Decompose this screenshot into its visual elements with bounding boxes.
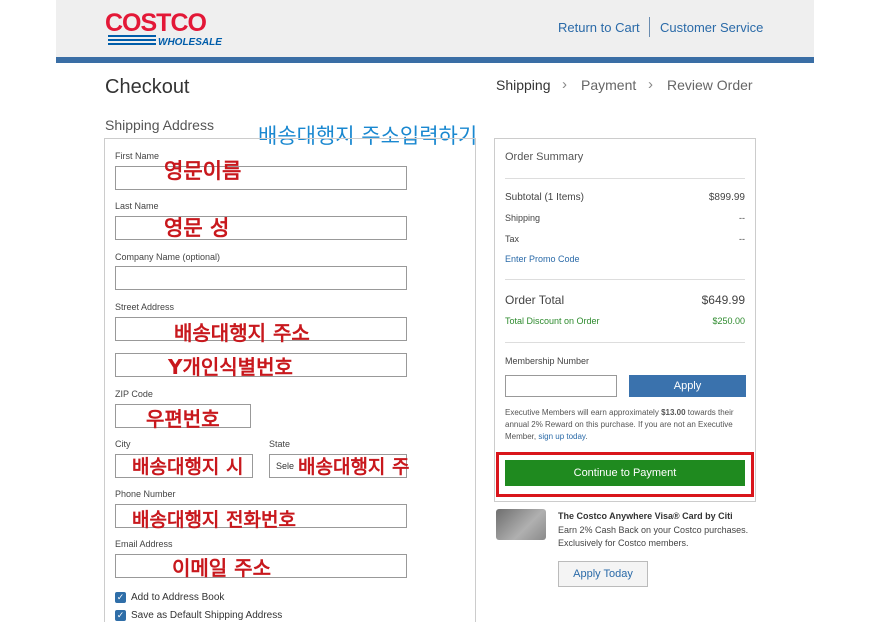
discount-value: $250.00 — [712, 316, 745, 326]
state-label: State — [269, 439, 291, 449]
annotation-zip: 우편번호 — [146, 407, 220, 431]
street-address-label: Street Address — [115, 302, 175, 312]
company-name-label: Company Name (optional) — [115, 252, 221, 262]
shipping-address-heading: Shipping Address — [105, 117, 214, 133]
continue-to-payment-button[interactable]: Continue to Payment — [505, 460, 745, 486]
right-gutter — [814, 0, 870, 622]
chevron-right-icon: › — [648, 76, 653, 93]
step-payment: Payment — [581, 77, 637, 93]
logo-stripe — [108, 39, 156, 41]
chevron-right-icon: › — [562, 76, 567, 93]
customer-service-link[interactable]: Customer Service — [660, 20, 763, 35]
order-summary-title: Order Summary — [505, 151, 584, 163]
shipping-label: Shipping — [505, 213, 541, 223]
left-gutter — [0, 0, 56, 622]
membership-number-label: Membership Number — [505, 356, 590, 366]
card-offer-text: Earn 2% Cash Back on your Costco purchas… — [558, 525, 749, 548]
annotation-street-2: Y개인식별번호 — [168, 355, 293, 379]
divider — [505, 279, 745, 280]
site-header: COSTCO WHOLESALE Return to Cart Customer… — [56, 0, 814, 57]
checkout-page: COSTCO WHOLESALE Return to Cart Customer… — [56, 0, 814, 622]
logo-stripe — [108, 35, 156, 37]
last-name-label: Last Name — [115, 201, 159, 211]
card-offer-title: The Costco Anywhere Visa® Card by Citi — [558, 511, 733, 521]
zip-code-label: ZIP Code — [115, 389, 153, 399]
return-to-cart-link[interactable]: Return to Cart — [558, 20, 640, 35]
executive-member-note: Executive Members will earn approximatel… — [505, 407, 749, 443]
tax-label: Tax — [505, 234, 520, 244]
city-label: City — [115, 439, 131, 449]
exec-note-end: . — [585, 432, 588, 441]
order-total-label: Order Total — [505, 293, 565, 307]
exec-note-text: Executive Members will earn approximatel… — [505, 408, 662, 417]
divider — [505, 342, 745, 343]
exec-reward-amount: $13.00 — [661, 408, 686, 417]
save-default-address-label: Save as Default Shipping Address — [131, 610, 283, 621]
apply-today-button[interactable]: Apply Today — [558, 561, 648, 587]
credit-card-image — [496, 509, 546, 540]
first-name-label: First Name — [115, 151, 160, 161]
apply-membership-button[interactable]: Apply — [629, 375, 746, 397]
shipping-value: -- — [739, 213, 745, 223]
annotation-city: 배송대행지 시 — [132, 456, 244, 478]
last-name-input[interactable] — [115, 216, 407, 240]
company-name-input[interactable] — [115, 266, 407, 290]
phone-number-label: Phone Number — [115, 489, 176, 499]
email-address-label: Email Address — [115, 539, 173, 549]
costco-logo[interactable]: COSTCO WHOLESALE — [104, 9, 226, 47]
discount-label: Total Discount on Order — [505, 316, 600, 326]
add-to-address-book-label: Add to Address Book — [131, 592, 225, 603]
logo-word: COSTCO — [105, 9, 207, 37]
membership-number-input[interactable] — [505, 375, 617, 397]
sign-up-today-link[interactable]: sign up today — [538, 432, 585, 441]
tax-value: -- — [739, 234, 745, 244]
order-summary-panel: Order Summary Subtotal (1 Items) $899.99… — [494, 138, 756, 502]
logo-subword: WHOLESALE — [158, 37, 222, 47]
divider — [505, 178, 745, 179]
enter-promo-code-link[interactable]: Enter Promo Code — [505, 254, 580, 264]
header-divider — [649, 17, 650, 37]
save-default-address-checkbox[interactable]: ✓ — [115, 610, 126, 621]
order-total-value: $649.99 — [701, 293, 745, 307]
header-accent-bar — [56, 57, 814, 63]
step-shipping: Shipping — [496, 77, 551, 93]
step-review-order: Review Order — [667, 77, 753, 93]
subtotal-label: Subtotal (1 Items) — [505, 192, 584, 203]
annotation-last-name: 영문 성 — [164, 216, 230, 240]
first-name-input[interactable] — [115, 166, 407, 190]
page-title: Checkout — [105, 76, 190, 98]
subtotal-value: $899.99 — [708, 192, 745, 203]
annotation-email: 이메일 주소 — [172, 556, 271, 580]
annotation-state: 배송대행지 주 — [298, 456, 410, 478]
annotation-phone: 배송대행지 전화번호 — [132, 509, 296, 531]
logo-stripe — [108, 43, 156, 45]
shipping-address-form: First Name Last Name Company Name (optio… — [104, 138, 476, 622]
annotation-street: 배송대행지 주소 — [174, 321, 310, 345]
add-to-address-book-checkbox[interactable]: ✓ — [115, 592, 126, 603]
annotation-first-name: 영문이름 — [164, 159, 242, 183]
